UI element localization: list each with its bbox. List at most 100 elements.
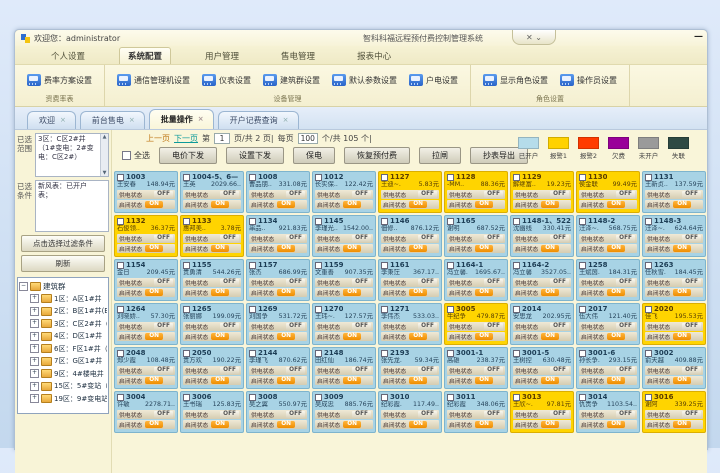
tree-item-4[interactable]: +6区：F区1#井（F区1# [19,343,107,356]
meter-card[interactable]: 1129解继富..19.23元供电状态OFF启闭状态ON [510,171,574,213]
tab-批量操作[interactable]: 批量操作× [149,109,214,129]
menu-item-0[interactable]: 个人设置 [43,48,93,64]
ribbon-button-0-0[interactable]: 费率方案设置 [25,72,94,88]
next-page-link[interactable]: 下一页 [174,133,198,144]
expand-icon[interactable]: + [30,369,39,378]
meter-card[interactable]: 1164-1冯立馨.1695.67..供电状态OFF启闭状态ON [444,259,508,301]
meter-card[interactable]: 1133惠邦美..3.78元供电状态OFF启闭状态ON [180,215,244,257]
switch-on-button[interactable]: ON [475,377,493,384]
switch-on-button[interactable]: ON [607,245,625,252]
switch-on-button[interactable]: ON [145,421,163,428]
card-checkbox[interactable] [315,306,322,313]
switch-on-button[interactable]: ON [607,201,625,208]
switch-on-button[interactable]: ON [145,289,163,296]
meter-card[interactable]: 2148田红仙186.74元供电状态OFF启闭状态ON [312,347,376,389]
switch-on-button[interactable]: ON [475,421,493,428]
switch-on-button[interactable]: ON [541,289,559,296]
card-checkbox[interactable] [513,306,520,313]
range-scrollbar[interactable]: ▲▼ [100,134,108,176]
meter-card[interactable]: 1148-3汪泽~.624.64元供电状态OFF启闭状态ON [642,215,706,257]
meter-card[interactable]: 1012长实保..122.42元供电状态OFF启闭状态ON [312,171,376,213]
tree-item-3[interactable]: +4区：D区1#井（D区1 [19,330,107,343]
menu-item-3[interactable]: 售电管理 [273,48,323,64]
tree-item-2[interactable]: +3区：C区2#井（1#变 [19,318,107,331]
card-checkbox[interactable] [645,174,652,181]
scroll-down-icon[interactable]: ▼ [103,170,107,177]
switch-on-button[interactable]: ON [673,289,691,296]
meter-card[interactable]: 2193张先龙.59.34元供电状态OFF启闭状态ON [378,347,442,389]
page-number-input[interactable]: 1 [214,133,230,144]
supply-off-button[interactable]: OFF [682,191,701,198]
card-checkbox[interactable] [117,218,124,225]
expand-icon[interactable]: + [30,394,39,403]
switch-on-button[interactable]: ON [409,245,427,252]
supply-off-button[interactable]: OFF [286,235,305,242]
switch-on-button[interactable]: ON [673,201,691,208]
supply-off-button[interactable]: OFF [286,367,305,374]
meter-card[interactable]: 1131王新贞..137.59元供电状态OFF启闭状态ON [642,171,706,213]
meter-card[interactable]: 3001-6孙长争.293.15元供电状态OFF启闭状态ON [576,347,640,389]
meter-card[interactable]: 1157张杰686.99元供电状态OFF启闭状态ON [246,259,310,301]
toolbar-button-4[interactable]: 拉闸 [419,147,461,164]
supply-off-button[interactable]: OFF [286,279,305,286]
supply-off-button[interactable]: OFF [154,191,173,198]
switch-on-button[interactable]: ON [409,201,427,208]
supply-off-button[interactable]: OFF [616,191,635,198]
meter-card[interactable]: 2020佳飞195.53元供电状态OFF启闭状态ON [642,303,706,345]
meter-card[interactable]: 1264刘晓娇..57.30元供电状态OFF启闭状态ON [114,303,178,345]
switch-on-button[interactable]: ON [277,421,295,428]
switch-on-button[interactable]: ON [607,289,625,296]
card-checkbox[interactable] [513,262,520,269]
card-checkbox[interactable] [381,306,388,313]
supply-off-button[interactable]: OFF [418,411,437,418]
meter-card[interactable]: 1270王玮~.127.57元供电状态OFF启闭状态ON [312,303,376,345]
meter-card[interactable]: 3004许敏2278.71..供电状态OFF启闭状态ON [114,391,178,433]
meter-card[interactable]: 1164-2冯立馨3527.05..供电状态OFF启闭状态ON [510,259,574,301]
card-checkbox[interactable] [381,218,388,225]
card-checkbox[interactable] [249,394,256,401]
supply-off-button[interactable]: OFF [550,367,569,374]
supply-off-button[interactable]: OFF [352,367,371,374]
supply-off-button[interactable]: OFF [352,235,371,242]
supply-off-button[interactable]: OFF [682,367,701,374]
card-checkbox[interactable] [315,262,322,269]
expand-icon[interactable]: + [30,307,39,316]
supply-off-button[interactable]: OFF [418,191,437,198]
card-checkbox[interactable] [645,306,652,313]
supply-off-button[interactable]: OFF [220,191,239,198]
card-checkbox[interactable] [117,350,124,357]
switch-on-button[interactable]: ON [211,377,229,384]
switch-on-button[interactable]: ON [145,377,163,384]
prev-page-link[interactable]: 上一页 [146,133,170,144]
meter-card[interactable]: 1148-2汪泽~.568.75元供电状态OFF启闭状态ON [576,215,640,257]
meter-card[interactable]: 3010纪彩霞.117.49..供电状态OFF启闭状态ON [378,391,442,433]
refresh-button[interactable]: 刷新 [21,255,106,272]
selected-range-box[interactable]: 3区：C区2#井（1#变电：2#变电：C区2#） ▲▼ [35,133,109,177]
ribbon-button-1-2[interactable]: 建筑群设置 [261,72,322,88]
tree-item-5[interactable]: +7区：G区1#井 [19,355,107,368]
switch-on-button[interactable]: ON [673,333,691,340]
switch-on-button[interactable]: ON [277,245,295,252]
supply-off-button[interactable]: OFF [484,411,503,418]
supply-off-button[interactable]: OFF [286,191,305,198]
switch-on-button[interactable]: ON [475,289,493,296]
supply-off-button[interactable]: OFF [220,279,239,286]
switch-on-button[interactable]: ON [211,201,229,208]
supply-off-button[interactable]: OFF [220,411,239,418]
card-checkbox[interactable] [249,262,256,269]
card-checkbox[interactable] [183,350,190,357]
meter-card[interactable]: 1145李瑾光..1542.00..供电状态OFF启闭状态ON [312,215,376,257]
tree-item-1[interactable]: +2区：B区1#井(B区1# [19,305,107,318]
meter-card[interactable]: 1154金日209.45元供电状态OFF启闭状态ON [114,259,178,301]
meter-card[interactable]: 1003王安春148.94元供电状态OFF启闭状态ON [114,171,178,213]
toolbar-button-2[interactable]: 保电 [293,147,335,164]
switch-on-button[interactable]: ON [145,333,163,340]
card-checkbox[interactable] [447,350,454,357]
meter-card[interactable]: 3014仇贵争1103.54..供电状态OFF启闭状态ON [576,391,640,433]
ribbon-button-1-3[interactable]: 默认参数设置 [330,72,399,88]
meter-card[interactable]: 3009吴成忠885.76元供电状态OFF启闭状态ON [312,391,376,433]
switch-on-button[interactable]: ON [673,377,691,384]
per-page-input[interactable]: 100 [298,133,318,144]
switch-on-button[interactable]: ON [211,421,229,428]
card-checkbox[interactable] [117,262,124,269]
